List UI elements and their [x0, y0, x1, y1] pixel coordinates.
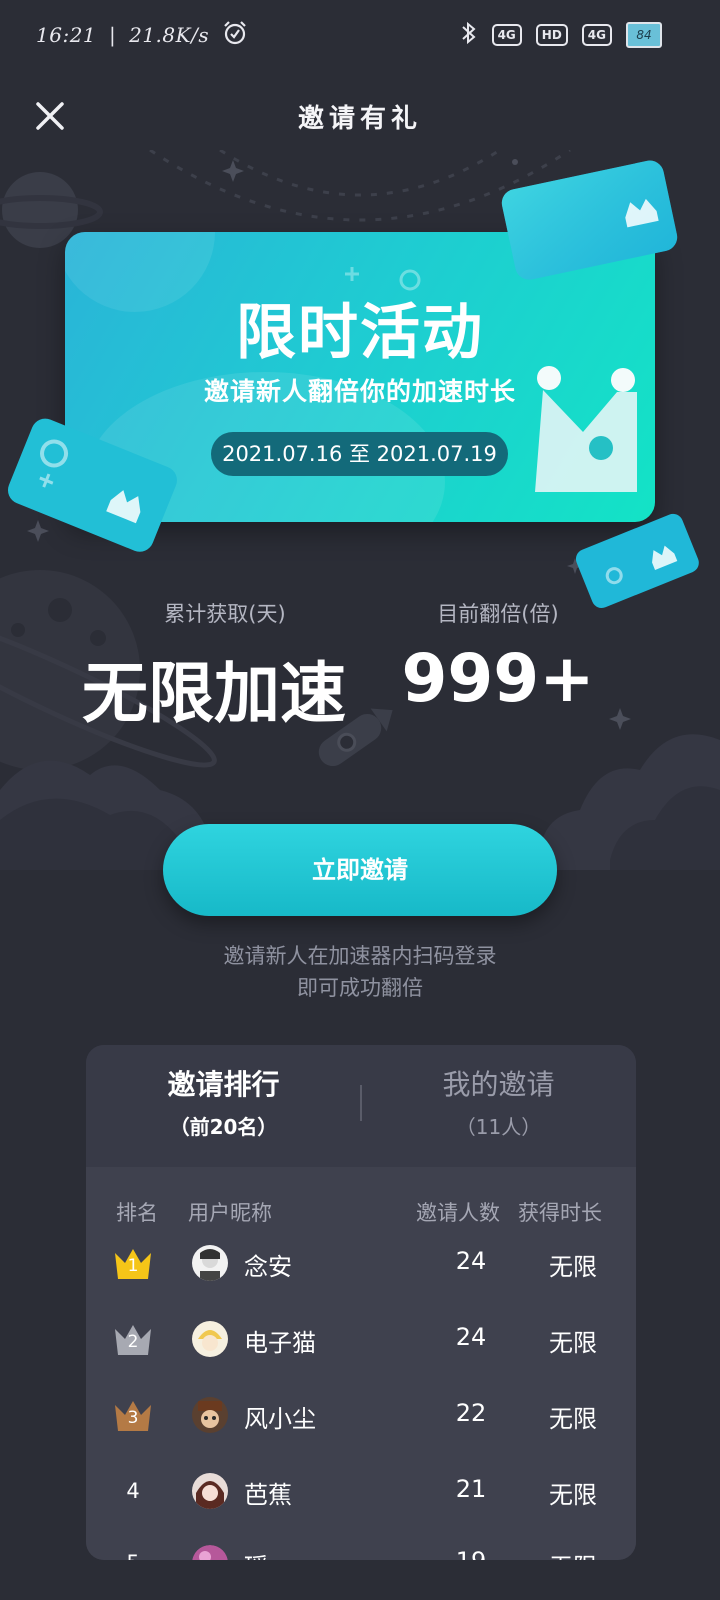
tab-subtitle: （11人）: [455, 1115, 542, 1139]
bluetooth-icon: [460, 21, 478, 50]
ticket-crown-icon: [501, 160, 678, 280]
page-title: 邀请有礼: [297, 104, 422, 134]
4g-signal-icon: 4G: [581, 24, 612, 46]
reward-duration: 无限: [518, 1547, 628, 1560]
reward-duration: 无限: [549, 1481, 597, 1509]
reward-duration: 无限: [549, 1253, 597, 1281]
status-bar: 16:21 | 21.8K/s 4G HD 4G 84: [0, 0, 720, 70]
stat-multiplier-value: 999+: [401, 640, 595, 717]
column-header-nickname: 用户昵称: [188, 1201, 272, 1225]
banner-heading: 限时活动: [236, 298, 484, 368]
invite-now-button[interactable]: 立即邀请: [163, 824, 557, 916]
tab-my-invites[interactable]: 我的邀请 （11人）: [361, 1063, 636, 1140]
reward-duration: 无限: [549, 1329, 597, 1357]
ranking-table: 排名 用户昵称 邀请人数 获得时长 1 念安 24 无限 2 电子猫 24 无限…: [86, 1167, 636, 1560]
rank-cell: 1: [111, 1243, 155, 1283]
invite-hint-line-1: 邀请新人在加速器内扫码登录: [223, 944, 497, 968]
tab-subtitle: （前20名）: [169, 1115, 278, 1139]
gold-crown-icon: 1: [111, 1243, 155, 1283]
rank-number: 1: [127, 1256, 139, 1276]
rank-number: 4: [126, 1479, 140, 1503]
rank-number: 3: [127, 1408, 139, 1428]
silver-crown-icon: 2: [111, 1319, 155, 1359]
avatar: [192, 1545, 228, 1560]
status-icons: 4G HD 4G 84: [460, 20, 662, 50]
avatar: [192, 1397, 228, 1433]
invite-count: 24: [455, 1323, 487, 1351]
reward-duration: 无限: [549, 1405, 597, 1433]
tab-title: 邀请排行: [167, 1068, 280, 1101]
table-row: 5 瑶 19 无限: [86, 1525, 636, 1560]
column-header-rank: 排名: [116, 1201, 158, 1225]
table-row: 1 念安 24 无限: [86, 1225, 636, 1301]
invite-count: 19: [416, 1547, 526, 1560]
rank-cell: 5: [111, 1543, 155, 1560]
ranking-tabs: 邀请排行 （前20名） 我的邀请 （11人）: [86, 1045, 636, 1167]
column-header-invites: 邀请人数: [416, 1201, 500, 1225]
banner-subheading: 邀请新人翻倍你的加速时长: [203, 377, 516, 406]
ticket-crown-icon: [7, 418, 177, 552]
status-time: 16:21: [36, 23, 97, 47]
rank-cell: 3: [111, 1395, 155, 1435]
invite-count: 22: [455, 1399, 487, 1427]
rank-number: 5: [111, 1543, 155, 1560]
alarm-icon: [222, 20, 248, 51]
stat-multiplier-label: 目前翻倍(倍): [437, 602, 559, 626]
user-nickname: 瑶: [244, 1547, 268, 1560]
table-row: 2 电子猫 24 无限: [86, 1301, 636, 1377]
table-row: 3 风小尘 22 无限: [86, 1377, 636, 1453]
user-nickname: 风小尘: [244, 1405, 316, 1433]
invite-count: 24: [455, 1247, 487, 1275]
bronze-crown-icon: 3: [111, 1395, 155, 1435]
hd-icon: HD: [535, 24, 568, 46]
tab-title: 我的邀请: [442, 1068, 555, 1101]
ranking-panel: 邀请排行 （前20名） 我的邀请 （11人） 排名 用户昵称 邀请人数 获得时长…: [86, 1045, 636, 1560]
rank-cell: 2: [111, 1319, 155, 1359]
rank-cell: 4: [111, 1471, 155, 1511]
rank-number: 2: [127, 1332, 139, 1352]
invite-hint-line-2: 即可成功翻倍: [297, 976, 423, 1000]
avatar: [192, 1473, 228, 1509]
battery-icon: 84: [626, 22, 662, 48]
tab-invite-ranking[interactable]: 邀请排行 （前20名）: [86, 1063, 361, 1140]
4g-signal-icon: 4G: [491, 24, 522, 46]
column-header-reward: 获得时长: [518, 1201, 602, 1225]
avatar: [192, 1321, 228, 1357]
user-nickname: 念安: [244, 1253, 292, 1281]
avatar: [192, 1245, 228, 1281]
invite-count: 21: [455, 1475, 487, 1503]
stat-days-label: 累计获取(天): [164, 602, 286, 626]
banner-date-range: 2021.07.16 至 2021.07.19: [211, 432, 508, 476]
user-nickname: 芭蕉: [244, 1481, 292, 1509]
user-nickname: 电子猫: [244, 1329, 316, 1357]
network-speed: 21.8K/s: [129, 23, 210, 47]
table-row: 4 芭蕉 21 无限: [86, 1453, 636, 1529]
status-time-speed: 16:21 | 21.8K/s: [36, 20, 248, 51]
